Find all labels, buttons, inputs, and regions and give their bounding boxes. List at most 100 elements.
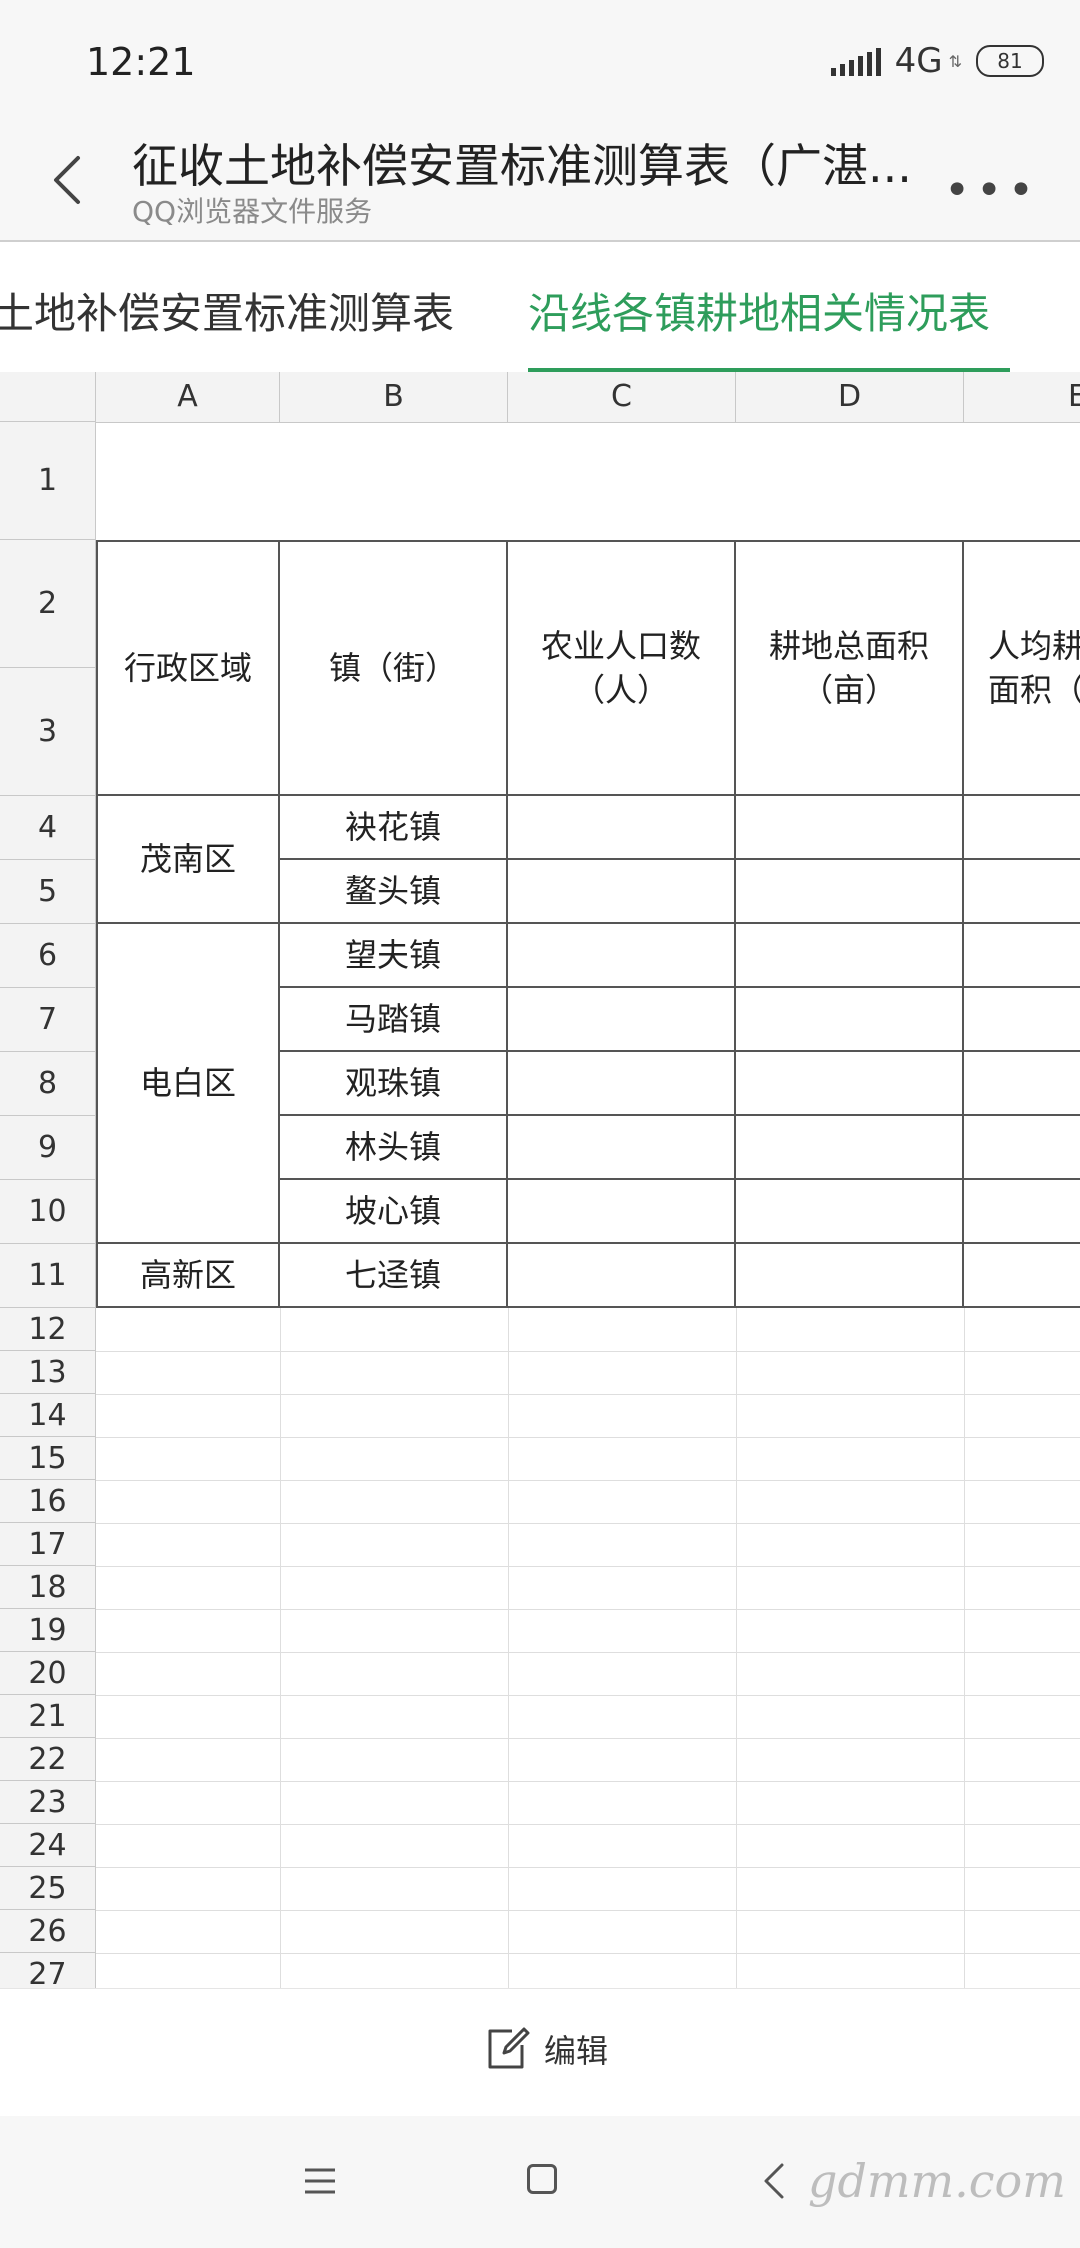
header-cell-town[interactable]: 镇（街） [280,540,508,796]
row-header[interactable]: 18 [0,1566,96,1609]
row-header[interactable]: 1 [0,422,96,540]
row-header[interactable]: 25 [0,1867,96,1910]
row-header[interactable]: 10 [0,1180,96,1244]
data-cell[interactable] [964,1116,1080,1180]
select-all-corner[interactable] [0,372,96,422]
gridline [96,1480,1080,1481]
data-cell[interactable] [964,796,1080,860]
row-header[interactable]: 22 [0,1738,96,1781]
battery-icon: 81 [976,45,1044,77]
home-icon[interactable] [527,2164,557,2194]
data-cell[interactable] [736,1180,964,1244]
town-cell[interactable]: 林头镇 [280,1116,508,1180]
row-header[interactable]: 15 [0,1437,96,1480]
row-header[interactable]: 21 [0,1695,96,1738]
district-cell[interactable]: 高新区 [96,1244,280,1308]
tab-sheet-1[interactable]: 土地补偿安置标准测算表 [0,280,454,341]
row-header[interactable]: 14 [0,1394,96,1437]
row-header[interactable]: 16 [0,1480,96,1523]
header-cell-farmland-total[interactable]: 耕地总面积（亩） [736,540,964,796]
status-bar: 12:21 4G ⇅ 81 [0,0,1080,120]
data-cell[interactable] [508,924,736,988]
town-cell[interactable]: 袂花镇 [280,796,508,860]
row-header[interactable]: 11 [0,1244,96,1308]
town-cell[interactable]: 望夫镇 [280,924,508,988]
row-header[interactable]: 26 [0,1910,96,1953]
data-cell[interactable] [736,1116,964,1180]
data-cell[interactable] [736,988,964,1052]
row-header[interactable]: 24 [0,1824,96,1867]
more-options-icon[interactable]: ••• [944,165,1040,216]
gridline [96,1738,1080,1739]
town-cell[interactable]: 观珠镇 [280,1052,508,1116]
tab-sheet-2[interactable]: 沿线各镇耕地相关情况表 [528,280,990,341]
row-header[interactable]: 7 [0,988,96,1052]
gridline [96,1824,1080,1825]
row-header[interactable]: 2 [0,540,96,668]
gridline [96,1609,1080,1610]
row-header[interactable]: 5 [0,860,96,924]
data-cell[interactable] [508,1052,736,1116]
gridline [280,1308,281,1988]
row-header[interactable]: 3 [0,668,96,796]
status-indicators: 4G ⇅ 81 [830,38,1044,84]
data-cell[interactable] [508,796,736,860]
row-header[interactable]: 6 [0,924,96,988]
data-cell[interactable] [964,1244,1080,1308]
header-cell-per-capita[interactable]: 人均耕地面积（亩） [964,540,1080,796]
data-cell[interactable] [736,860,964,924]
gridline [96,1695,1080,1696]
gridline [96,1523,1080,1524]
data-cell[interactable] [508,1244,736,1308]
row-header[interactable]: 8 [0,1052,96,1116]
edit-button[interactable]: 编辑 [482,2019,608,2079]
spreadsheet-grid[interactable]: A B C D E 1 2 3 4 5 6 7 8 9 10 11 12 13 … [0,372,1080,1988]
row-header[interactable]: 27 [0,1953,96,1988]
header-cell-agri-population[interactable]: 农业人口数（人） [508,540,736,796]
sheet-tabs: 土地补偿安置标准测算表 沿线各镇耕地相关情况表 [0,242,1080,372]
data-cell[interactable] [736,1052,964,1116]
back-icon[interactable] [760,2161,790,2201]
row-header[interactable]: 17 [0,1523,96,1566]
town-cell[interactable]: 七迳镇 [280,1244,508,1308]
town-cell[interactable]: 鳌头镇 [280,860,508,924]
data-cell[interactable] [964,860,1080,924]
row-header[interactable]: 4 [0,796,96,860]
data-cell[interactable] [736,796,964,860]
row-header[interactable]: 13 [0,1351,96,1394]
row-header[interactable]: 12 [0,1308,96,1351]
data-cell[interactable] [964,988,1080,1052]
row-header[interactable]: 23 [0,1781,96,1824]
edit-icon [488,2027,530,2069]
town-cell[interactable]: 马踏镇 [280,988,508,1052]
data-cell[interactable] [736,924,964,988]
row-header[interactable]: 9 [0,1116,96,1180]
document-subtitle: QQ浏览器文件服务 [132,195,373,228]
column-header-b[interactable]: B [280,372,508,422]
data-cell[interactable] [964,1052,1080,1116]
data-cell[interactable] [508,1180,736,1244]
town-cell[interactable]: 坡心镇 [280,1180,508,1244]
column-header-a[interactable]: A [96,372,280,422]
data-cell[interactable] [736,1244,964,1308]
gridline [736,1308,737,1988]
data-cell[interactable] [964,1180,1080,1244]
gridline [96,1781,1080,1782]
district-cell[interactable]: 茂南区 [96,796,280,924]
data-cell[interactable] [964,924,1080,988]
row-header[interactable]: 19 [0,1609,96,1652]
row-header[interactable]: 20 [0,1652,96,1695]
data-cell[interactable] [508,860,736,924]
column-header-e[interactable]: E [964,372,1080,422]
data-cell[interactable] [508,1116,736,1180]
back-arrow-icon[interactable] [40,150,100,210]
gridline [96,1437,1080,1438]
data-cell[interactable] [508,988,736,1052]
header-cell-region[interactable]: 行政区域 [96,540,280,796]
battery-level: 81 [997,49,1023,73]
network-label: 4G [894,41,943,81]
column-header-c[interactable]: C [508,372,736,422]
menu-icon[interactable] [303,2166,337,2196]
column-header-d[interactable]: D [736,372,964,422]
district-cell[interactable]: 电白区 [96,924,280,1244]
